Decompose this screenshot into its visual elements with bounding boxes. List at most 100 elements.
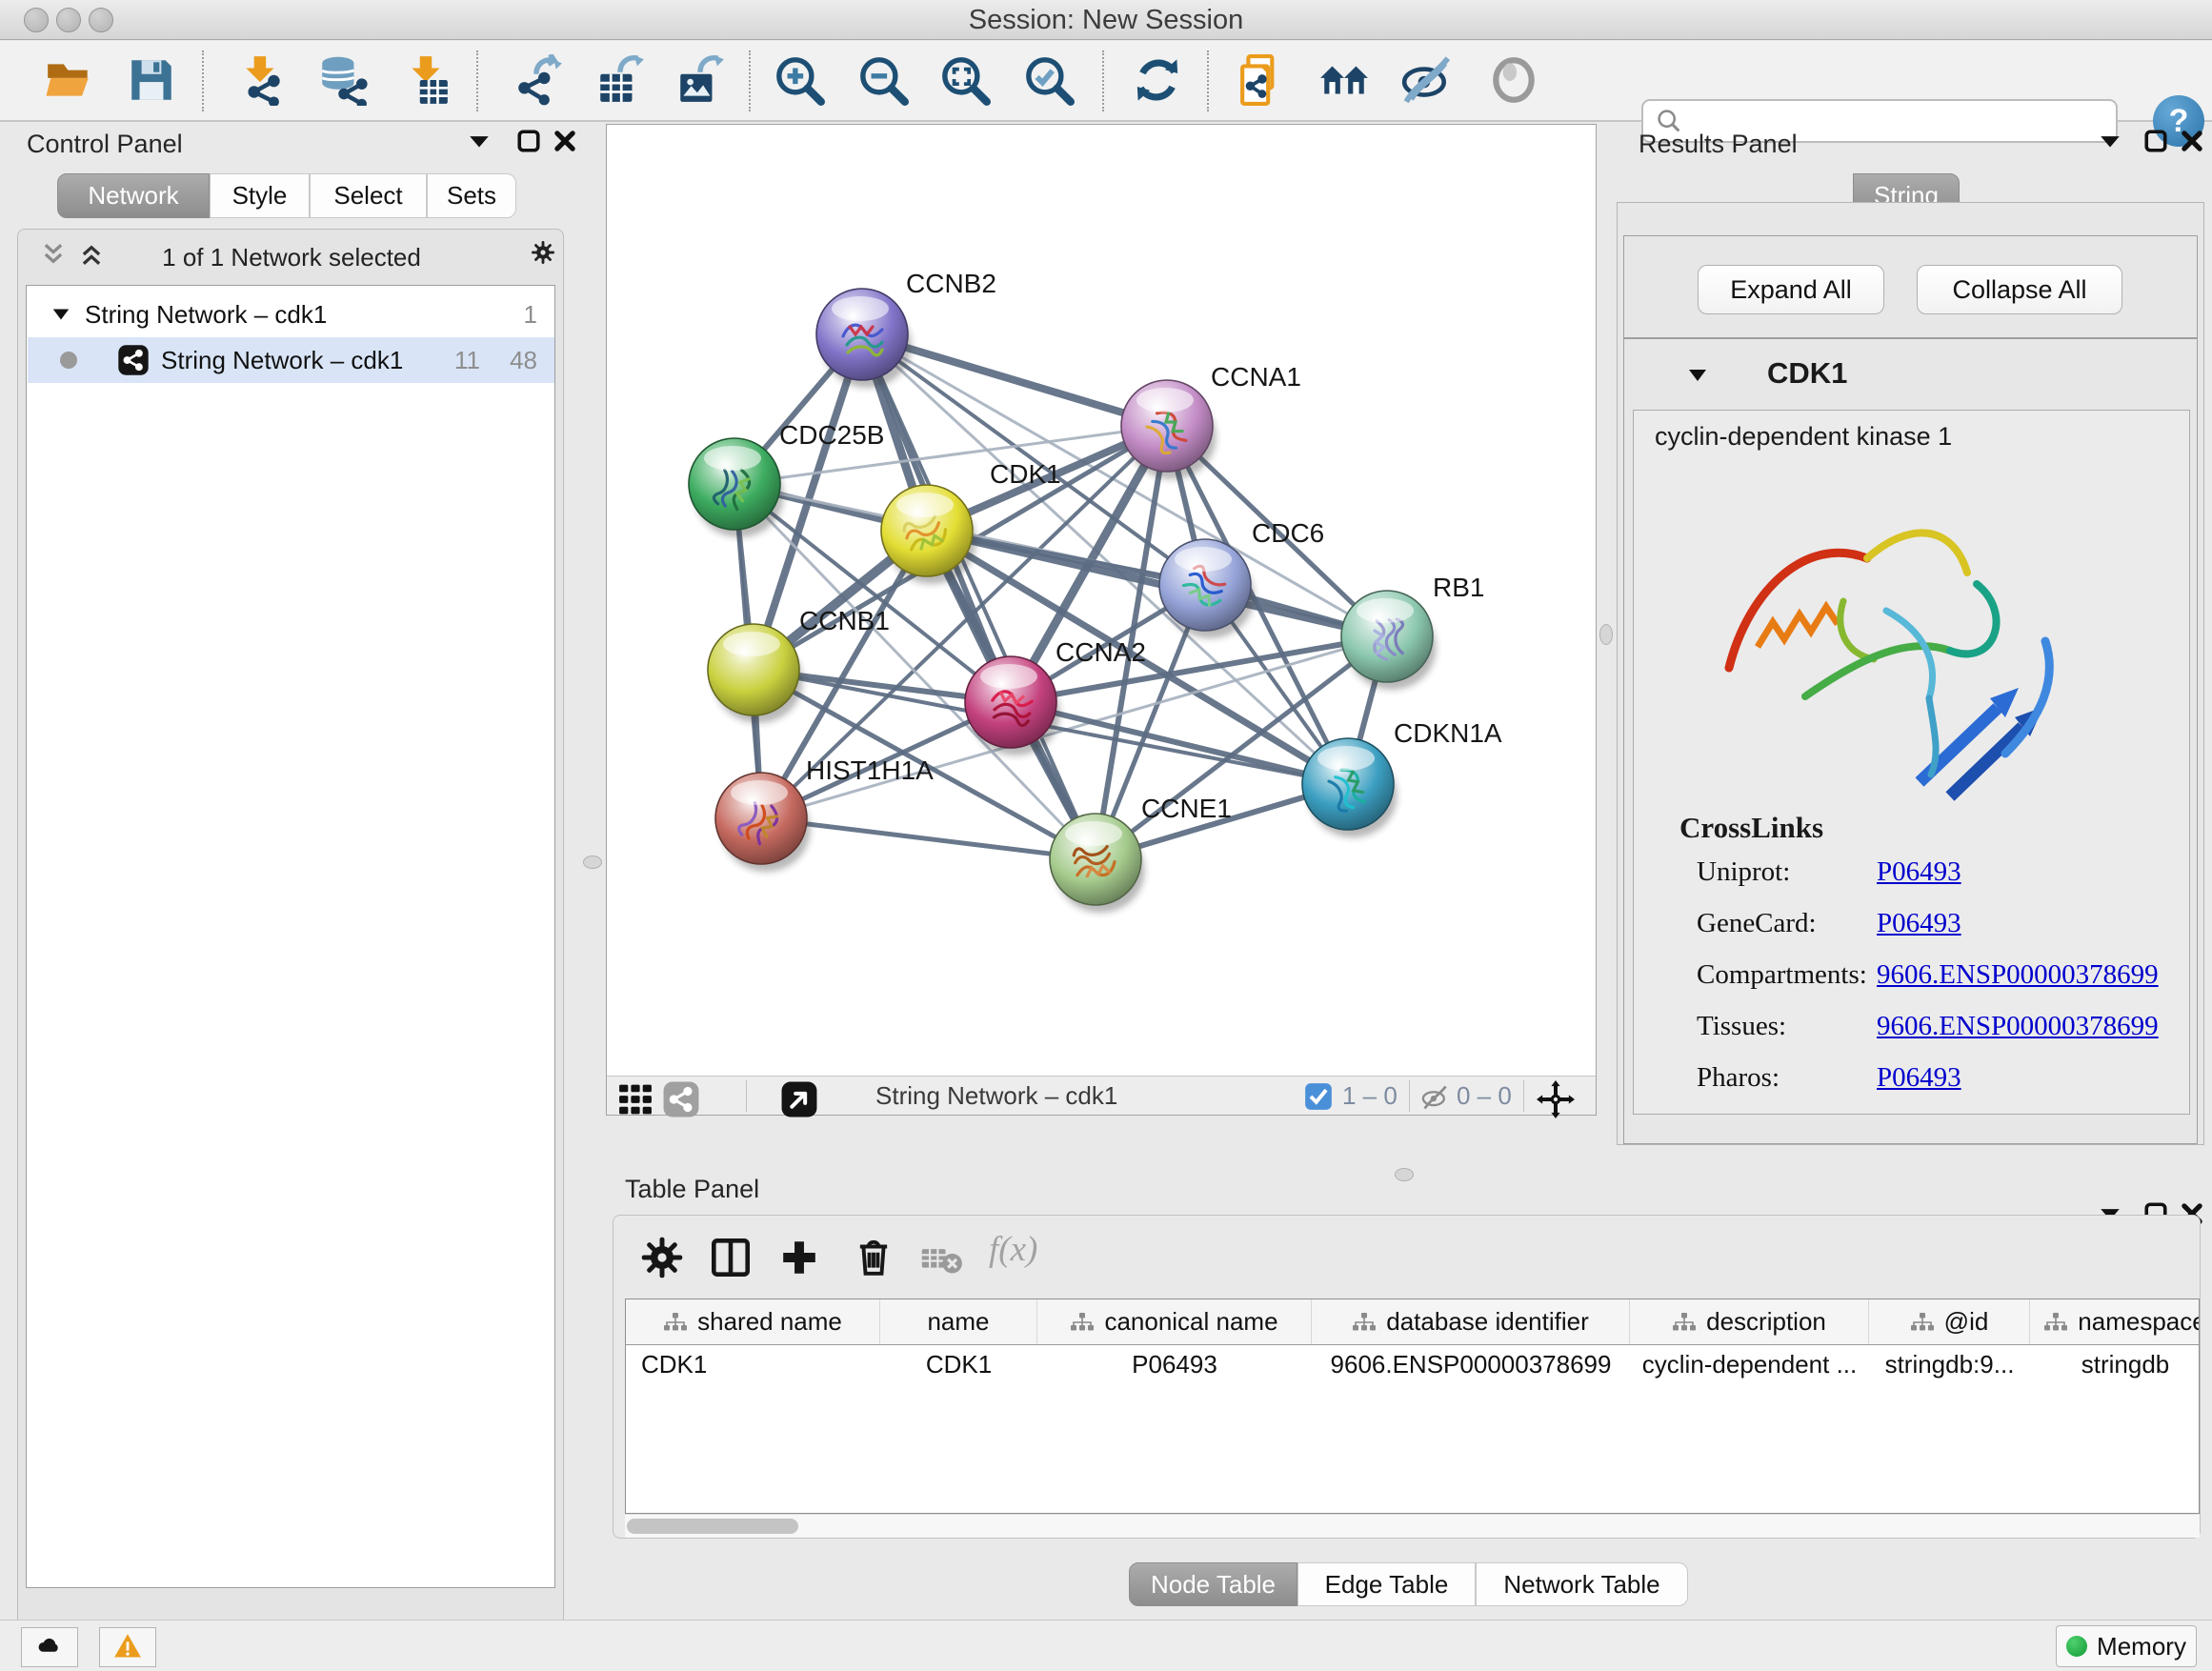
- birdseye-view-button[interactable]: [780, 1080, 818, 1113]
- crosslink-row: Tissues:9606.ENSP00000378699: [1634, 1011, 2191, 1062]
- tab-network[interactable]: Network: [57, 173, 210, 218]
- control-panel-close-button[interactable]: [551, 128, 579, 156]
- gene-section: CDK1 cyclin-dependent kinase 1: [1623, 338, 2198, 1144]
- node-gloss: [731, 780, 788, 805]
- export-image-button[interactable]: [673, 53, 728, 109]
- show-all-button[interactable]: [1486, 53, 1541, 109]
- zoom-fit-icon: [939, 54, 991, 106]
- column-header-namespace[interactable]: namespace: [2030, 1299, 2200, 1344]
- warnings-button[interactable]: [99, 1627, 156, 1667]
- column-header-database-identifier[interactable]: database identifier: [1312, 1299, 1630, 1344]
- split-columns-button[interactable]: [709, 1236, 753, 1278]
- crosslink-link[interactable]: P06493: [1877, 856, 1961, 888]
- network-canvas[interactable]: CCNB2CCNA1CDC25BCDK1CDC6RB1CCNB1CCNA2CDK…: [607, 125, 1596, 1076]
- save-session-button[interactable]: [124, 53, 179, 109]
- hidden-eye-slash-icon[interactable]: [1420, 1083, 1449, 1112]
- tab-network-table[interactable]: Network Table: [1476, 1562, 1688, 1606]
- results-panel-menu-button[interactable]: [2096, 128, 2124, 156]
- cloud-status-button[interactable]: [21, 1627, 78, 1667]
- network-collection-row[interactable]: String Network – cdk1 1: [28, 292, 554, 337]
- table-settings-button[interactable]: [640, 1236, 684, 1278]
- column-header--id[interactable]: @id: [1869, 1299, 2030, 1344]
- expand-all-button[interactable]: Expand All: [1698, 265, 1884, 314]
- crosslink-link[interactable]: 9606.ENSP00000378699: [1877, 959, 2159, 991]
- crosslink-link[interactable]: P06493: [1877, 1062, 1961, 1094]
- separator: [1523, 1080, 1524, 1112]
- selected-checkbox-icon[interactable]: [1304, 1082, 1333, 1111]
- zoom-selected-button[interactable]: [1021, 53, 1076, 109]
- network-node-RB1[interactable]: RB1: [1341, 573, 1484, 690]
- edge-HIST1H1A-CCNE1[interactable]: [761, 818, 1096, 859]
- tab-sets[interactable]: Sets: [427, 173, 516, 218]
- zoom-out-button[interactable]: [855, 53, 911, 109]
- gene-details: cyclin-dependent kinase 1 Cross: [1633, 410, 2190, 1115]
- node-gloss: [896, 493, 954, 517]
- toolbar-separator: [1102, 50, 1104, 111]
- network-panel-options-button[interactable]: [529, 239, 557, 268]
- control-panel-float-button[interactable]: [514, 128, 543, 156]
- network-node-CCNB1[interactable]: CCNB1: [708, 606, 890, 723]
- open-session-button[interactable]: [42, 53, 97, 109]
- column-header-description[interactable]: description: [1630, 1299, 1869, 1344]
- network-node-CDC6[interactable]: CDC6: [1159, 518, 1324, 638]
- delete-column-button[interactable]: [852, 1236, 895, 1278]
- zoom-fit-button[interactable]: [937, 53, 993, 109]
- left-splitter-handle[interactable]: [583, 856, 602, 869]
- grid-view-button[interactable]: [616, 1080, 654, 1113]
- import-table-from-file-button[interactable]: [398, 53, 453, 109]
- crosslink-link[interactable]: P06493: [1877, 908, 1961, 939]
- network-share-icon: [248, 74, 279, 105]
- delete-table-button[interactable]: [920, 1236, 964, 1278]
- tab-style[interactable]: Style: [210, 173, 310, 218]
- function-builder-button[interactable]: f(x): [989, 1229, 1075, 1270]
- network-tree: String Network – cdk1 1 String Network –…: [26, 285, 555, 1588]
- column-header-shared-name[interactable]: shared name: [626, 1299, 880, 1344]
- node-gloss: [723, 632, 780, 656]
- network-view-mode-button[interactable]: [662, 1080, 700, 1113]
- tab-edge-table[interactable]: Edge Table: [1297, 1562, 1476, 1606]
- import-network-from-file-button[interactable]: [234, 53, 290, 109]
- pan-crosshair-button[interactable]: [1537, 1080, 1575, 1113]
- network-node-CCNE1[interactable]: CCNE1: [1050, 794, 1232, 913]
- edge-CCNB2-RB1[interactable]: [862, 334, 1387, 636]
- shared-column-icon: [1070, 1313, 1095, 1332]
- column-header-name[interactable]: name: [880, 1299, 1037, 1344]
- hide-selected-button[interactable]: [1398, 53, 1454, 109]
- results-panel-float-button[interactable]: [2142, 128, 2170, 156]
- export-network-button[interactable]: [511, 53, 566, 109]
- trash-icon: [852, 1236, 895, 1279]
- section-expander-icon[interactable]: [1686, 364, 1709, 387]
- chevron-down-icon: [2101, 136, 2120, 147]
- tab-select[interactable]: Select: [310, 173, 427, 218]
- add-column-button[interactable]: [777, 1236, 821, 1278]
- import-network-from-database-button[interactable]: [314, 53, 370, 109]
- houses-icon: [1318, 54, 1370, 106]
- network-node-HIST1H1A[interactable]: HIST1H1A: [715, 755, 934, 872]
- plus-icon: [777, 1236, 821, 1279]
- node-gloss: [704, 446, 761, 471]
- network-node-CDC25B[interactable]: CDC25B: [689, 420, 884, 537]
- table-row[interactable]: CDK1CDK1P064939606.ENSP00000378699cyclin…: [626, 1345, 2199, 1383]
- collapse-all-button[interactable]: Collapse All: [1917, 265, 2122, 314]
- memory-button[interactable]: Memory: [2056, 1625, 2197, 1667]
- crosslink-label: GeneCard:: [1697, 908, 1817, 939]
- export-table-button[interactable]: [593, 53, 648, 109]
- table-horizontal-scrollbar[interactable]: [625, 1514, 2200, 1538]
- tab-node-table[interactable]: Node Table: [1129, 1562, 1297, 1606]
- node-gloss: [832, 296, 889, 321]
- results-panel-close-button[interactable]: [2178, 128, 2206, 156]
- network-node-CDKN1A[interactable]: CDKN1A: [1302, 718, 1502, 837]
- expander-icon[interactable]: [50, 304, 71, 325]
- crosslink-link[interactable]: 9606.ENSP00000378699: [1877, 1011, 2159, 1042]
- control-panel-menu-button[interactable]: [465, 128, 493, 156]
- scrollbar-thumb[interactable]: [627, 1519, 798, 1534]
- zoom-in-icon: [774, 54, 825, 106]
- network-node-CCNA1[interactable]: CCNA1: [1121, 362, 1301, 479]
- column-header-canonical-name[interactable]: canonical name: [1037, 1299, 1312, 1344]
- zoom-in-button[interactable]: [772, 53, 827, 109]
- refresh-view-button[interactable]: [1130, 53, 1185, 109]
- home-button[interactable]: [1317, 53, 1372, 109]
- shared-column-icon: [2043, 1313, 2068, 1332]
- first-neighbors-button[interactable]: [1237, 53, 1292, 109]
- network-row-selected[interactable]: String Network – cdk1 11 48: [28, 337, 554, 383]
